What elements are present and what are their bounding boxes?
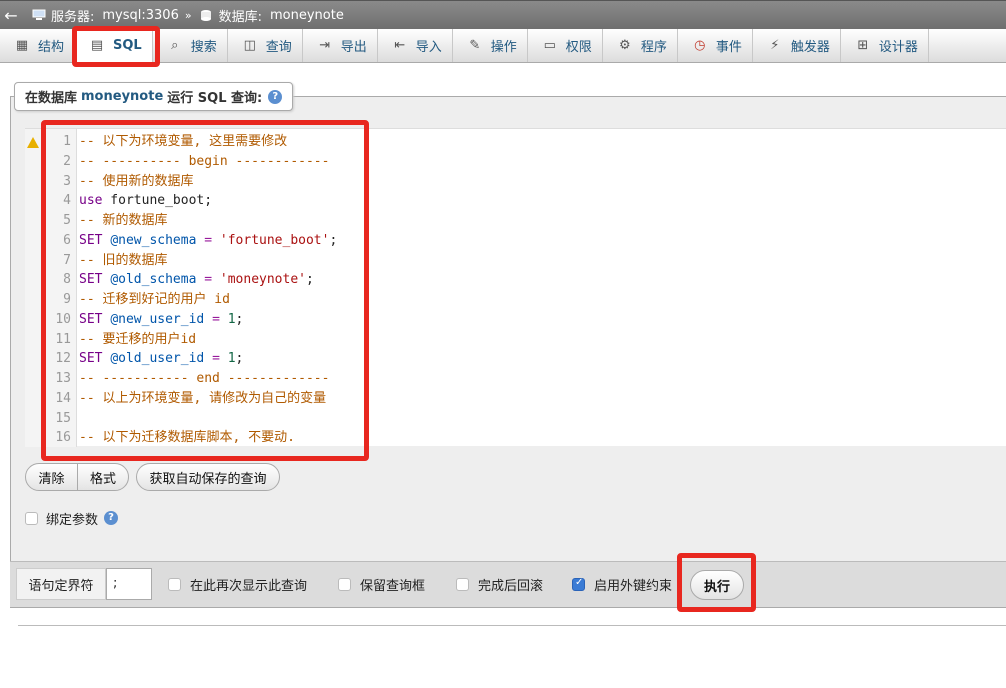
line-number: 4 (63, 193, 71, 209)
code-text: SET @new_user_id = 1; (79, 311, 244, 327)
bind-parameters-row: 绑定参数 ? (25, 508, 119, 528)
go-button[interactable]: 执行 (690, 570, 744, 600)
legend-suffix: 运行 SQL 查询: (167, 91, 263, 106)
rollback-checkbox[interactable] (456, 577, 469, 591)
trigger-icon: ⚡ (770, 37, 780, 53)
clock-icon: ◷ (694, 37, 706, 53)
line-number: 9 (63, 292, 71, 307)
code-text: use fortune_boot; (79, 193, 213, 209)
import-icon: ⇤ (394, 37, 406, 53)
routines-icon: ⚙ (618, 37, 631, 53)
search-icon: ⌕ (171, 37, 179, 53)
foreign-keys-label: 启用外键约束 (594, 578, 673, 594)
code-text: -- ---------- begin ------------ (79, 153, 330, 169)
line-number: 10 (55, 311, 71, 327)
legend-database: moneynote (81, 89, 164, 104)
structure-icon: ▦ (15, 37, 29, 53)
rollback-label: 完成后回滚 (478, 578, 544, 594)
code-text: -- 以下为环境变量, 这里需要修改 (79, 134, 288, 149)
retain-query-box-label: 保留查询框 (360, 578, 426, 594)
tab-export[interactable]: ⇥ 导出 (303, 29, 378, 62)
wrench-icon: ✎ (469, 37, 481, 53)
show-query-again-option[interactable]: 在此再次显示此查询 (168, 575, 308, 594)
tab-designer[interactable]: ⊞ 设计器 (841, 29, 929, 62)
tab-privileges[interactable]: ▭ 权限 (528, 29, 603, 62)
tab-sql[interactable]: ▤ SQL (75, 29, 153, 62)
tab-bar: ▦ 结构 ▤ SQL ⌕ 搜索 ◫ 查询 ⇥ 导出 ⇤ 导入 ✎ 操作 ▭ 权限 ⚙ 程序 ◷ 事件… (0, 29, 1006, 63)
database-icon (200, 9, 214, 21)
code-text: -- 要迁移的用户id (79, 331, 197, 347)
query-icon: ◫ (243, 37, 256, 53)
line-number: 15 (55, 410, 71, 426)
database-label: 数据库: (218, 9, 262, 25)
help-icon[interactable]: ? (268, 89, 283, 104)
code-text: -- 以上为环境变量, 请修改为自己的变量 (79, 390, 327, 406)
tab-events[interactable]: ◷ 事件 (678, 29, 753, 62)
code-text: -- ----------- end ------------- (79, 371, 330, 386)
code-text: SET @new_schema = 'fortune_boot'; (79, 232, 338, 248)
line-number: 1 (63, 134, 71, 149)
tab-triggers[interactable]: ⚡ 触发器 (753, 29, 841, 62)
line-number: 11 (55, 331, 71, 347)
clear-button[interactable]: 清除 (25, 463, 78, 491)
divider (18, 625, 1006, 626)
get-autosaved-query-button[interactable]: 获取自动保存的查询 (136, 463, 280, 491)
tab-search[interactable]: ⌕ 搜索 (153, 29, 228, 62)
line-number: 8 (63, 272, 71, 288)
legend-prefix: 在数据库 (25, 91, 78, 106)
server-label: 服务器: (51, 9, 95, 25)
warning-icon (27, 137, 39, 148)
format-button[interactable]: 格式 (77, 463, 129, 491)
tab-routines[interactable]: ⚙ 程序 (603, 29, 678, 62)
line-number: 6 (63, 232, 71, 248)
privileges-icon: ▭ (543, 37, 556, 53)
retain-query-box-checkbox[interactable] (338, 577, 351, 591)
tab-operations[interactable]: ✎ 操作 (453, 29, 528, 62)
query-legend: 在数据库 moneynote 运行 SQL 查询: ? (14, 82, 294, 111)
foreign-keys-checkbox[interactable] (572, 577, 585, 591)
delimiter-input[interactable]: ; (106, 568, 152, 600)
line-number: 2 (63, 153, 71, 169)
line-number: 3 (63, 173, 71, 189)
breadcrumb-separator: » (184, 8, 192, 22)
retain-query-box-option[interactable]: 保留查询框 (338, 575, 426, 594)
server-link[interactable]: mysql:3306 (102, 8, 178, 23)
server-icon (32, 9, 46, 21)
export-icon: ⇥ (319, 37, 331, 53)
bind-parameters-label: 绑定参数 (46, 512, 99, 528)
bind-parameters-checkbox[interactable] (25, 511, 38, 525)
line-number: 14 (55, 390, 71, 406)
delimiter-label: 语句定界符 (16, 568, 106, 600)
database-link[interactable]: moneynote (270, 8, 344, 23)
code-text: -- 迁移到好记的用户 id (79, 292, 230, 307)
line-number: 5 (63, 213, 71, 228)
back-arrow-icon[interactable]: ← (0, 6, 22, 25)
rollback-option[interactable]: 完成后回滚 (456, 575, 544, 594)
line-number: 13 (55, 371, 71, 386)
sql-icon: ▤ (90, 37, 104, 53)
line-number: 16 (55, 430, 71, 446)
code-text: -- 旧的数据库 (79, 252, 168, 268)
line-number: 7 (63, 252, 71, 268)
breadcrumb-bar: ← 服务器: mysql:3306 » 数据库: moneynote (0, 0, 1006, 29)
designer-icon: ⊞ (857, 37, 869, 53)
help-icon[interactable]: ? (104, 511, 119, 525)
code-text: SET @old_user_id = 1; (79, 351, 244, 367)
show-query-again-checkbox[interactable] (168, 577, 181, 591)
foreign-keys-option[interactable]: 启用外键约束 (572, 575, 673, 594)
code-text: -- 使用新的数据库 (79, 173, 194, 189)
code-text: -- 以下为迁移数据库脚本, 不要动. (79, 430, 295, 446)
sql-editor[interactable]: 1 -- 以下为环境变量, 这里需要修改 2 -- ---------- begin … (25, 128, 1006, 447)
show-query-again-label: 在此再次显示此查询 (190, 578, 308, 594)
tab-import[interactable]: ⇤ 导入 (378, 29, 453, 62)
code-text: SET @old_schema = 'moneynote'; (79, 272, 314, 288)
line-number: 12 (55, 351, 71, 367)
tab-query[interactable]: ◫ 查询 (228, 29, 303, 62)
code-text: -- 新的数据库 (79, 213, 168, 228)
tab-structure[interactable]: ▦ 结构 (0, 29, 76, 62)
